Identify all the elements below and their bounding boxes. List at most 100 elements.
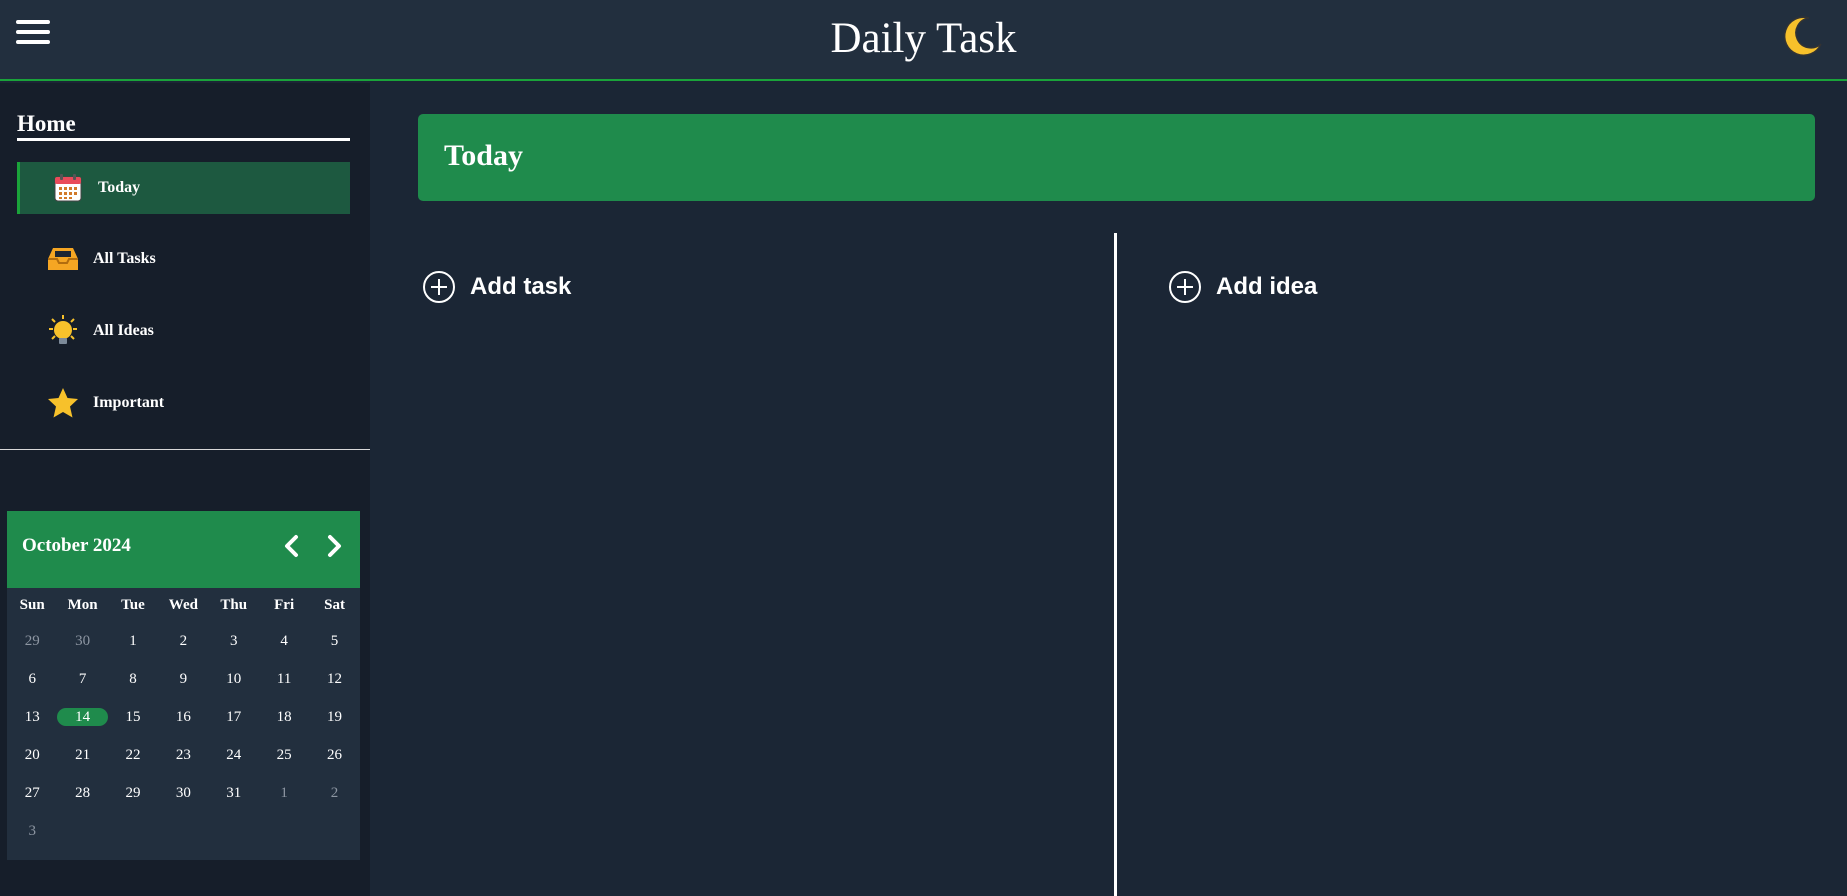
- calendar-day[interactable]: 20: [7, 736, 57, 774]
- calendar-day-number: 13: [24, 708, 40, 725]
- calendar-day[interactable]: 19: [309, 698, 359, 736]
- calendar-day[interactable]: 11: [259, 660, 309, 698]
- calendar-day[interactable]: 31: [209, 774, 259, 812]
- sidebar-item-all-ideas[interactable]: All Ideas: [17, 305, 350, 357]
- calendar-day[interactable]: 7: [57, 660, 107, 698]
- sidebar-item-label: Today: [98, 179, 141, 196]
- calendar-day-number: 3: [230, 632, 238, 649]
- calendar-day[interactable]: 23: [158, 736, 208, 774]
- calendar-day[interactable]: 15: [108, 698, 158, 736]
- calendar-day[interactable]: 4: [259, 622, 309, 660]
- calendar-day-number: 11: [276, 670, 292, 687]
- calendar-day[interactable]: 27: [7, 774, 57, 812]
- add-idea-button[interactable]: Add idea: [1168, 270, 1317, 304]
- calendar-day-number: 30: [175, 784, 191, 801]
- calendar-day[interactable]: 24: [209, 736, 259, 774]
- sidebar-item-label: All Ideas: [93, 322, 154, 339]
- today-banner: Today: [418, 114, 1815, 201]
- app-header: Daily Task: [0, 0, 1847, 81]
- calendar-day-number: 21: [75, 746, 91, 763]
- lightbulb-icon: [45, 313, 81, 349]
- calendar-month-label: October 2024: [22, 535, 131, 556]
- calendar-day-number: 18: [276, 708, 292, 725]
- calendar-day[interactable]: 25: [259, 736, 309, 774]
- moon-icon[interactable]: [1779, 14, 1825, 60]
- sidebar-divider: [0, 449, 370, 450]
- plus-circle-icon: [1169, 271, 1201, 303]
- calendar-day[interactable]: 18: [259, 698, 309, 736]
- calendar-day[interactable]: 1: [259, 774, 309, 812]
- sidebar-item-important[interactable]: Important: [17, 377, 350, 429]
- weekday-label: Mon: [67, 596, 98, 613]
- sidebar-item-label: All Tasks: [93, 250, 156, 267]
- calendar-day[interactable]: 28: [57, 774, 107, 812]
- calendar-day[interactable]: 2: [158, 622, 208, 660]
- calendar-day-number: 29: [125, 784, 141, 801]
- calendar-day[interactable]: 6: [7, 660, 57, 698]
- calendar-day-number: 31: [226, 784, 242, 801]
- sidebar-section-title: Home: [17, 111, 76, 136]
- calendar-day[interactable]: 2: [309, 774, 359, 812]
- calendar-header: October 2024: [7, 511, 360, 588]
- calendar-day[interactable]: 29: [7, 622, 57, 660]
- weekday-label: Sat: [324, 596, 345, 613]
- weekday-label: Tue: [121, 596, 145, 613]
- calendar-day[interactable]: 13: [7, 698, 57, 736]
- calendar-day-number: 8: [129, 670, 137, 687]
- add-task-button[interactable]: Add task: [422, 270, 571, 304]
- calendar-day-number: 10: [226, 670, 242, 687]
- calendar-day-number: 7: [78, 670, 87, 687]
- calendar-day[interactable]: 26: [309, 736, 359, 774]
- calendar-day[interactable]: 17: [209, 698, 259, 736]
- app-title: Daily Task: [830, 15, 1017, 62]
- calendar-day-number: 19: [327, 708, 343, 725]
- calendar-day[interactable]: 21: [57, 736, 107, 774]
- sidebar-item-label: Important: [93, 394, 165, 411]
- calendar-day[interactable]: 30: [57, 622, 107, 660]
- calendar-day-number: 28: [75, 784, 91, 801]
- calendar-day-number: 2: [330, 784, 339, 801]
- sidebar-item-all-tasks[interactable]: All Tasks: [17, 233, 350, 285]
- calendar-day-number: 15: [125, 708, 141, 725]
- calendar-day[interactable]: 16: [158, 698, 208, 736]
- calendar-icon: [50, 170, 86, 206]
- calendar-day[interactable]: 12: [309, 660, 359, 698]
- weekday-label: Sun: [19, 596, 45, 613]
- calendar-day-number: 6: [28, 670, 36, 687]
- calendar-day[interactable]: 10: [209, 660, 259, 698]
- calendar-day[interactable]: 1: [108, 622, 158, 660]
- calendar-day[interactable]: 9: [158, 660, 208, 698]
- calendar-day-number: 3: [28, 822, 36, 839]
- calendar-day-number: 1: [129, 632, 137, 649]
- calendar-day-number: 4: [280, 632, 288, 649]
- calendar-day-number: 30: [75, 632, 91, 649]
- add-task-label: Add task: [470, 273, 572, 300]
- calendar-day[interactable]: 29: [108, 774, 158, 812]
- add-idea-label: Add idea: [1216, 273, 1318, 300]
- page-title: Today: [444, 139, 523, 172]
- calendar-day[interactable]: 22: [108, 736, 158, 774]
- calendar-day-number: 29: [24, 632, 40, 649]
- calendar-day-today[interactable]: 14: [57, 698, 108, 736]
- calendar-day-number: 14: [57, 708, 108, 726]
- calendar-day-number: 20: [24, 746, 40, 763]
- calendar-day-number: 24: [226, 746, 242, 763]
- calendar-day-number: 16: [175, 708, 191, 725]
- calendar-day[interactable]: 8: [108, 660, 158, 698]
- chevron-left-icon[interactable]: [277, 531, 307, 561]
- plus-circle-icon: [423, 271, 455, 303]
- calendar-day[interactable]: 3: [7, 812, 57, 850]
- calendar-day-number: 12: [327, 670, 343, 687]
- weekday-label: Thu: [220, 596, 248, 613]
- calendar-day[interactable]: 30: [158, 774, 208, 812]
- calendar-day-number: 9: [179, 670, 188, 687]
- weekday-label: Wed: [168, 596, 198, 613]
- weekday-label: Fri: [274, 596, 295, 613]
- calendar-day-number: 1: [280, 784, 288, 801]
- chevron-right-icon[interactable]: [319, 531, 349, 561]
- calendar-day-number: 22: [125, 746, 141, 763]
- calendar-day[interactable]: 5: [309, 622, 359, 660]
- sidebar-item-today[interactable]: Today: [17, 162, 350, 214]
- section-underline: [17, 138, 350, 141]
- calendar-day[interactable]: 3: [209, 622, 259, 660]
